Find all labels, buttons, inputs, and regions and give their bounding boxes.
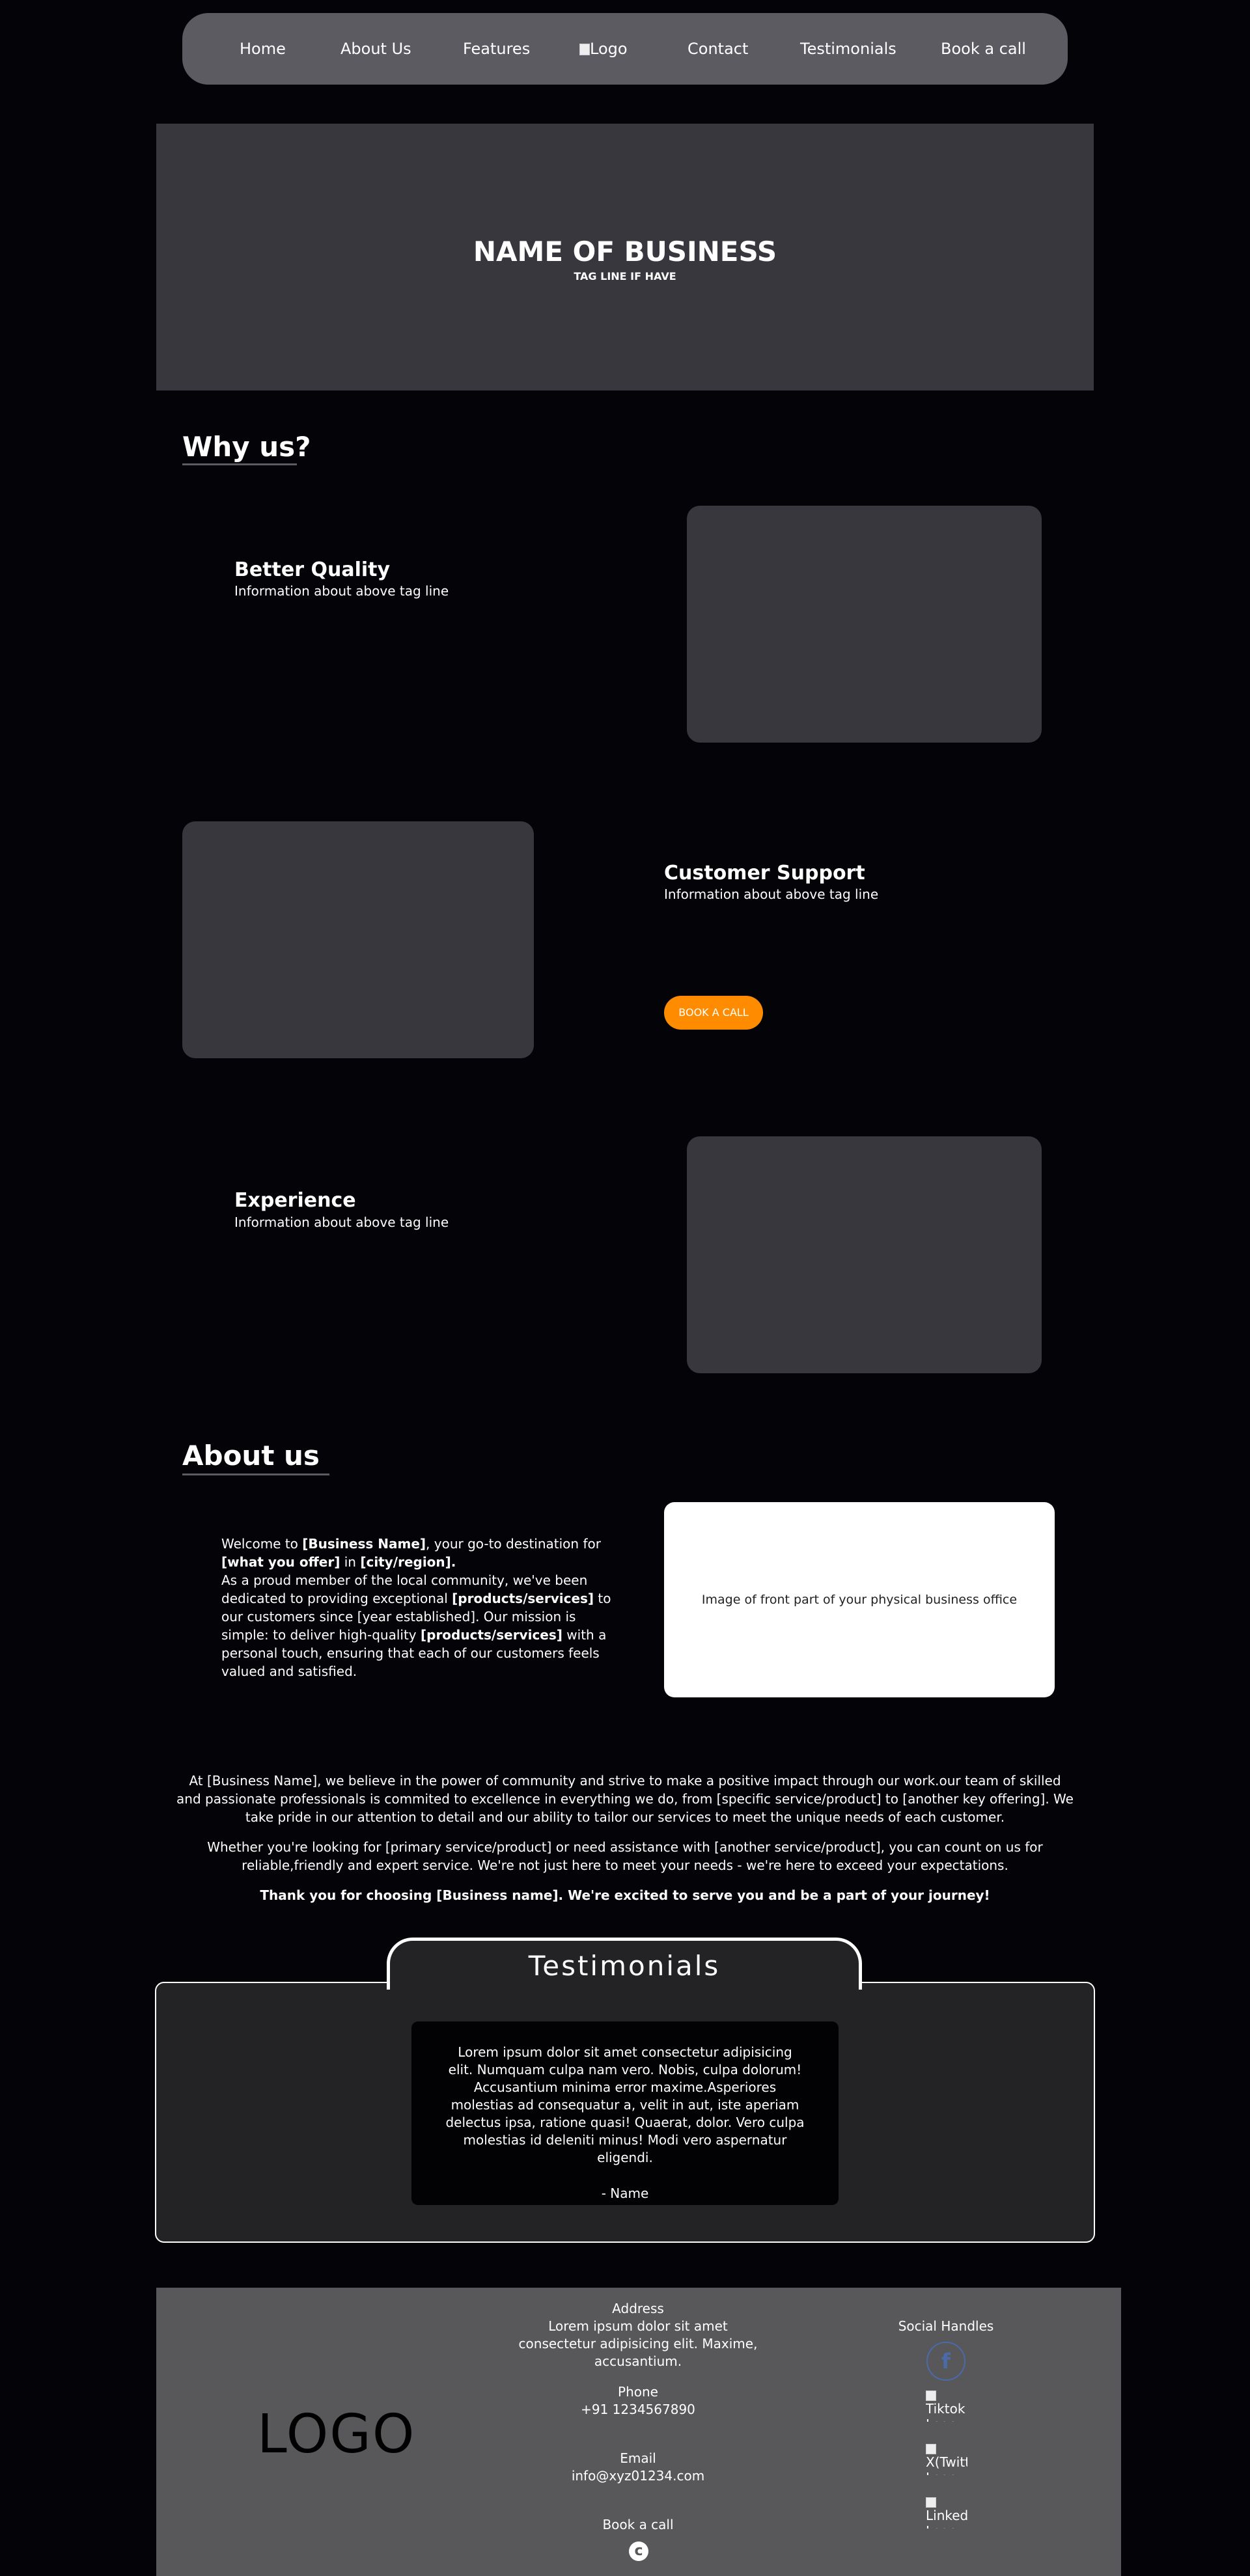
linkedin-logo[interactable]: LinkedIn Logo: [926, 2497, 967, 2528]
feature-image-quality: [687, 506, 1042, 743]
nav-testimonials[interactable]: Testimonials: [800, 13, 896, 85]
book-a-call-button[interactable]: BOOK A CALL: [664, 996, 763, 1030]
about-intro-text: Welcome to [Business Name], your go-to d…: [221, 1535, 612, 1680]
testimonial-author: - Name: [601, 2185, 649, 2201]
heading-underline: [182, 1473, 329, 1475]
broken-image-icon: [579, 44, 590, 55]
phone-block: Phone +91 1234567890: [508, 2383, 768, 2418]
email-label: Email: [620, 2450, 656, 2466]
feature-sub-support: Information about above tag line: [664, 886, 879, 902]
email-value[interactable]: info@xyz01234.com: [508, 2467, 768, 2485]
text-bold: [products/services]: [452, 1591, 594, 1606]
footer: LOGO Address Lorem ipsum dolor sit amet …: [156, 2288, 1121, 2576]
feature-title-quality: Better Quality: [234, 558, 391, 581]
text-bold: [products/services]: [420, 1627, 562, 1643]
text-bold: [what you offer]: [221, 1554, 340, 1570]
nav-features[interactable]: Features: [463, 13, 530, 85]
phone-label: Phone: [618, 2384, 658, 2400]
nav-book-a-call[interactable]: Book a call: [941, 13, 1026, 85]
address-label: Address: [612, 2301, 664, 2316]
office-image-placeholder: Image of front part of your physical bus…: [664, 1502, 1055, 1697]
nav-home[interactable]: Home: [240, 13, 286, 85]
feature-title-experience: Experience: [234, 1189, 356, 1212]
about-paragraph-community: At [Business Name], we believe in the po…: [176, 1773, 1074, 1825]
x-alt-text: X(Twitter) Logo: [926, 2454, 967, 2475]
copyright-icon: c: [629, 2542, 648, 2561]
address-value: Lorem ipsum dolor sit amet consectetur a…: [518, 2318, 758, 2369]
heading-underline: [182, 463, 297, 465]
testimonial-card: Lorem ipsum dolor sit amet consectetur a…: [411, 2021, 839, 2205]
feature-image-support: [182, 821, 534, 1058]
nav-about-us[interactable]: About Us: [340, 13, 411, 85]
feature-sub-quality: Information about above tag line: [234, 583, 449, 599]
text: , your go-to destination for: [426, 1536, 601, 1552]
broken-image-icon: [926, 2444, 936, 2454]
feature-title-support: Customer Support: [664, 862, 865, 884]
book-call-label[interactable]: Book a call: [508, 2516, 768, 2534]
hero-banner: NAME OF BUSINESS TAG LINE IF HAVE: [156, 124, 1094, 391]
facebook-icon[interactable]: f: [926, 2342, 965, 2381]
broken-image-icon: [926, 2391, 936, 2401]
feature-sub-experience: Information about above tag line: [234, 1214, 449, 1230]
tagline: TAG LINE IF HAVE: [574, 270, 676, 282]
text-bold: [city/region].: [360, 1554, 456, 1570]
about-thanks: Thank you for choosing [Business name]. …: [260, 1887, 990, 1903]
text: Welcome to: [221, 1536, 303, 1552]
text-bold: [Business Name]: [302, 1536, 426, 1552]
why-us-heading: Why us?: [182, 431, 311, 463]
about-us-heading: About us: [182, 1440, 320, 1472]
feature-image-experience: [687, 1136, 1042, 1373]
top-navigation: Home About Us Features Logo Contact Test…: [182, 13, 1068, 85]
phone-value[interactable]: +91 1234567890: [508, 2401, 768, 2418]
logo-image[interactable]: Logo: [579, 13, 628, 85]
testimonials-heading: Testimonials: [528, 1950, 721, 1982]
business-name: NAME OF BUSINESS: [473, 236, 777, 267]
linkedin-alt-text: LinkedIn Logo: [926, 2508, 967, 2528]
footer-logo: LOGO: [257, 2404, 416, 2465]
email-block: Email info@xyz01234.com: [508, 2450, 768, 2485]
tiktok-alt-text: Tiktok Logo: [926, 2401, 965, 2422]
social-handles-title: Social Handles: [898, 2318, 994, 2334]
address-block: Address Lorem ipsum dolor sit amet conse…: [508, 2300, 768, 2370]
broken-image-icon: [926, 2497, 936, 2508]
x-twitter-logo[interactable]: X(Twitter) Logo: [926, 2444, 967, 2475]
text: in: [340, 1554, 361, 1570]
testimonials-tab: Testimonials: [387, 1938, 862, 1990]
tiktok-logo[interactable]: Tiktok Logo: [926, 2391, 967, 2422]
logo-alt-text: Logo: [590, 40, 628, 58]
book-call-block: Book a call: [508, 2516, 768, 2534]
about-paragraph-services: Whether you're looking for [primary serv…: [207, 1839, 1043, 1873]
nav-contact[interactable]: Contact: [688, 13, 748, 85]
testimonial-quote: Lorem ipsum dolor sit amet consectetur a…: [445, 2044, 805, 2165]
